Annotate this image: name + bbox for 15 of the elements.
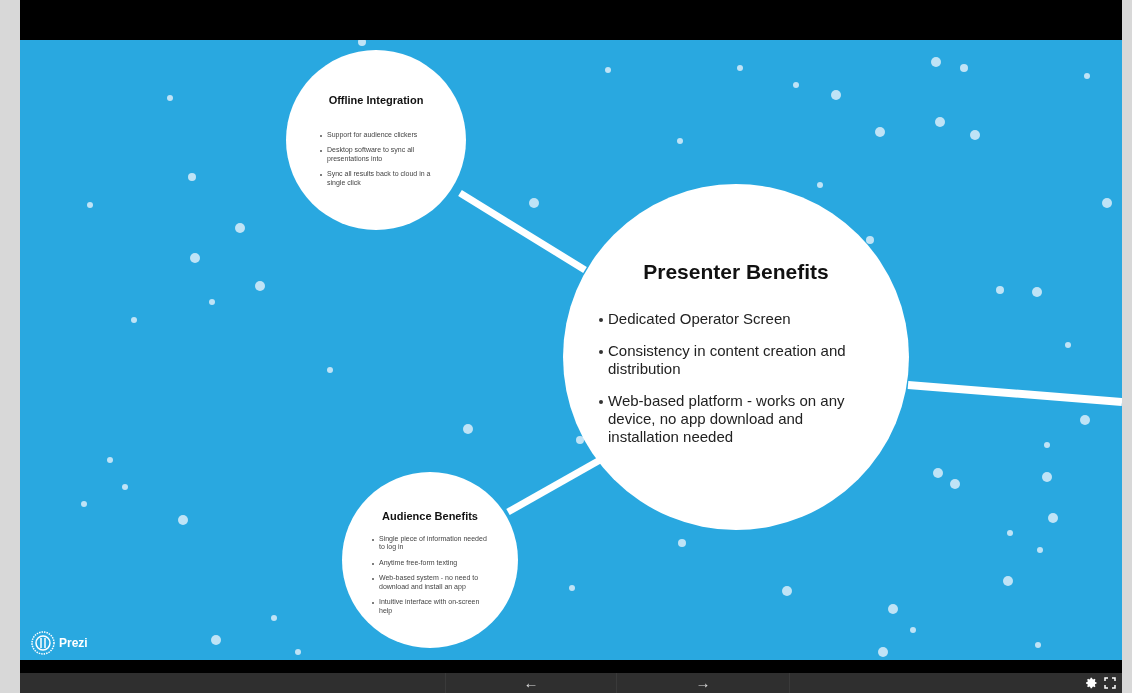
next-button[interactable]: → [617, 673, 790, 693]
bullet-text: Web-based platform - works on any device, no app download and installation needed [608, 391, 846, 446]
previous-button[interactable]: ← [445, 673, 617, 693]
topic-title: Presenter Benefits [642, 259, 830, 285]
bullet-text: Dedicated Operator Screen [608, 309, 791, 328]
logo-text: Prezi [59, 635, 88, 652]
logo-icon [31, 631, 55, 655]
bullet-icon [599, 349, 603, 354]
fullscreen-icon[interactable] [1104, 677, 1116, 689]
topic-title: Offline Integration [327, 93, 425, 108]
settings-icon[interactable] [1086, 677, 1098, 689]
bullet-icon [599, 399, 603, 404]
bullet-text: Consistency in content creation and distribution [608, 341, 847, 378]
bullet-icon [599, 317, 603, 322]
topic-title: Audience Benefits [381, 509, 479, 524]
